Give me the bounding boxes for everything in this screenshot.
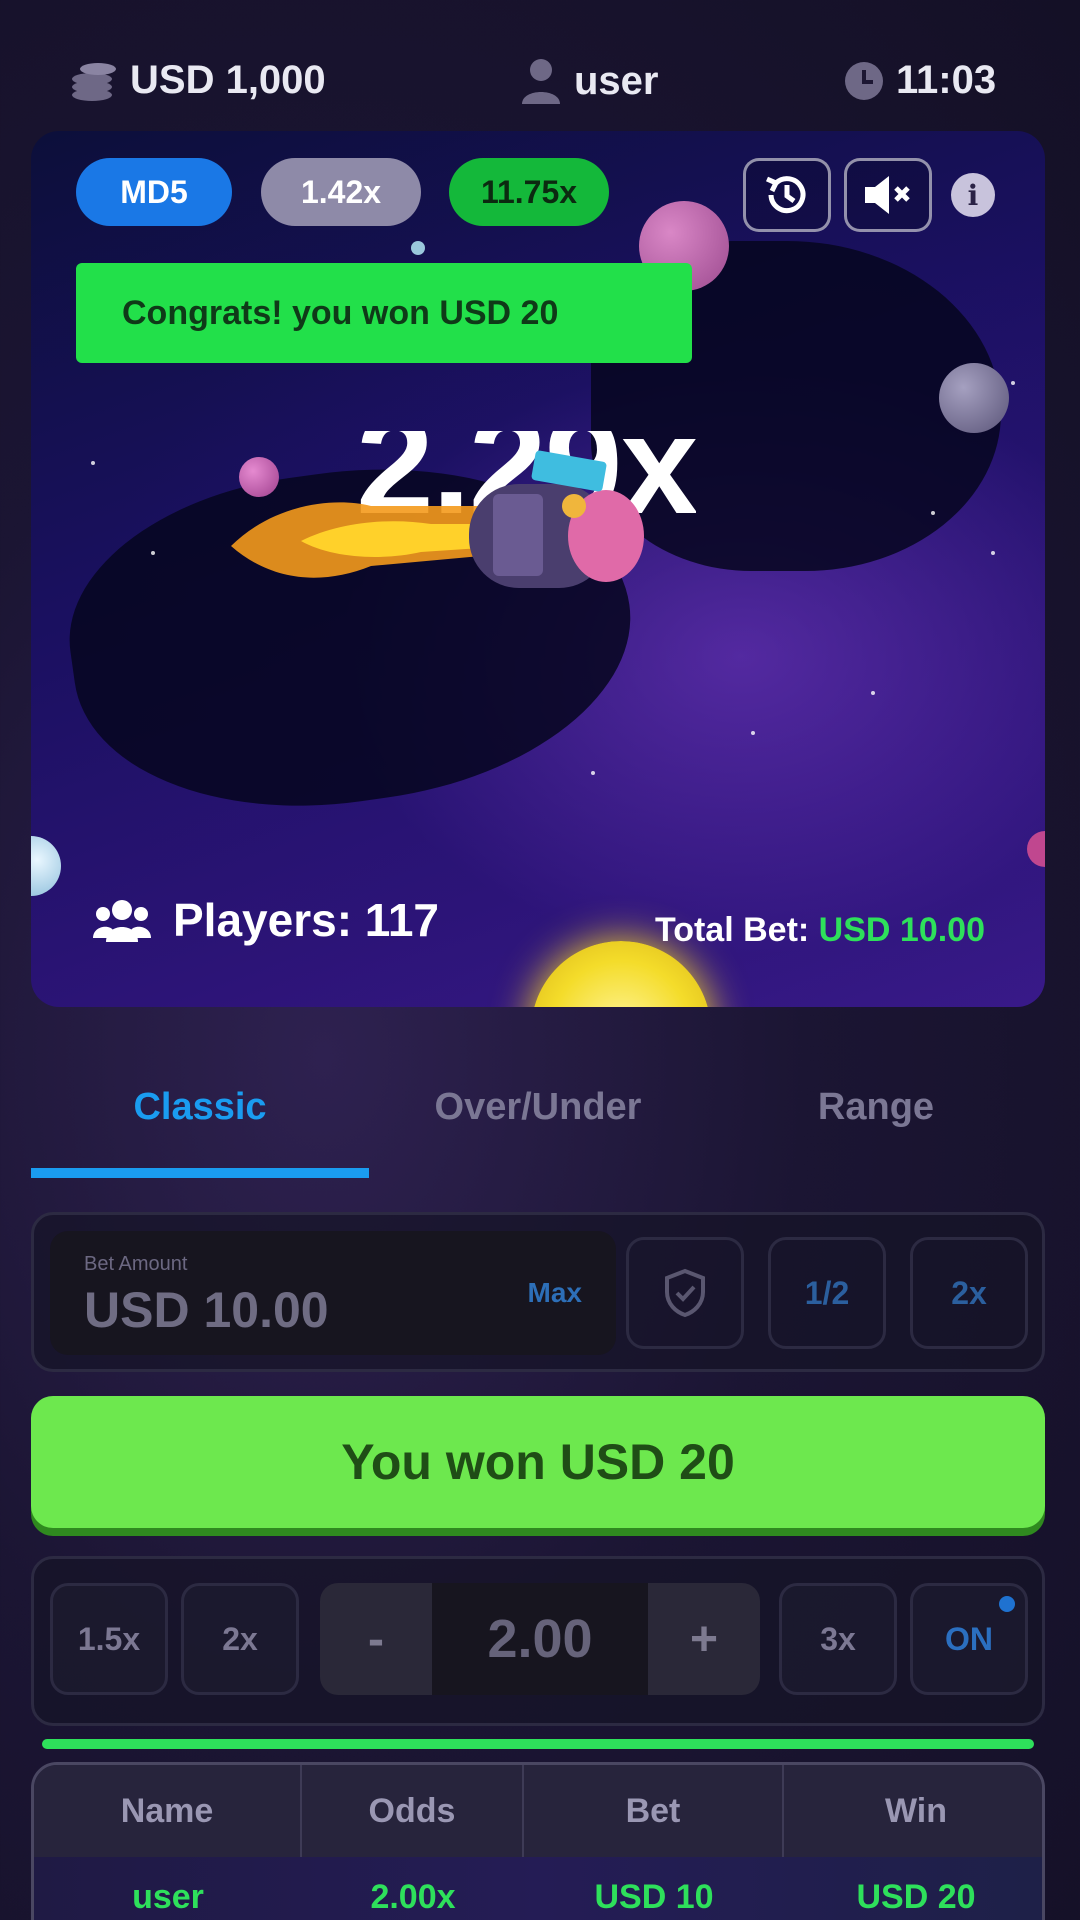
star [591, 771, 595, 775]
auto-cashout-value[interactable]: 2.00 [432, 1583, 648, 1695]
auto-cashout-toggle[interactable]: ON [910, 1583, 1028, 1695]
tab-classic[interactable]: Classic [31, 1086, 369, 1129]
info-icon[interactable]: i [951, 173, 995, 217]
max-bet-button[interactable]: Max [528, 1277, 582, 1309]
sound-toggle-button[interactable] [844, 158, 932, 232]
preset-3x-button[interactable]: 3x [779, 1583, 897, 1695]
sun-icon [531, 941, 711, 1007]
star [411, 241, 425, 255]
double-bet-button[interactable]: 2x [910, 1237, 1028, 1349]
players-label: Players: [173, 894, 353, 946]
time-text: 11:03 [896, 58, 997, 102]
clock: 11:03 [844, 58, 996, 103]
game-canvas: MD5 1.42x 11.75x i 2.29x Congrats! you w… [31, 131, 1045, 1007]
bet-panel: Bet Amount USD 10.00 Max 1/2 2x [31, 1212, 1045, 1372]
star [91, 461, 95, 465]
cell-win: USD 20 [856, 1877, 976, 1916]
column-header-win: Win [884, 1791, 947, 1830]
rocket-icon [231, 450, 644, 588]
status-dot [999, 1596, 1015, 1612]
win-toast: Congrats! you won USD 20 [76, 263, 692, 363]
half-bet-button[interactable]: 1/2 [768, 1237, 886, 1349]
table-header: Name Odds Bet Win [34, 1765, 1042, 1857]
star [871, 691, 875, 695]
users-icon [93, 900, 151, 942]
total-bet: Total Bet: USD 10.00 [655, 911, 985, 950]
toggle-label: ON [945, 1620, 993, 1657]
shield-check-icon [665, 1268, 705, 1318]
column-header-name: Name [34, 1765, 302, 1857]
players-value: 117 [364, 894, 440, 946]
history-icon [765, 176, 806, 214]
bet-amount-label: Bet Amount [84, 1253, 188, 1275]
preset-1-5x-button[interactable]: 1.5x [50, 1583, 168, 1695]
bet-amount-value[interactable]: USD 10.00 [84, 1281, 329, 1339]
coins-icon [72, 62, 116, 101]
total-bet-value: USD 10.00 [818, 911, 985, 949]
players-count: Players: 117 [93, 893, 439, 947]
user-icon [522, 59, 560, 104]
table-row: user 2.00x USD 10 USD 20 [34, 1857, 1042, 1920]
history-multiplier-badge[interactable]: 11.75x [449, 158, 609, 226]
star [1011, 381, 1015, 385]
progress-fill [42, 1739, 1034, 1749]
round-progress-bar [42, 1739, 1034, 1749]
star [751, 731, 755, 735]
md5-button[interactable]: MD5 [76, 158, 232, 226]
star [931, 511, 935, 515]
column-header-bet: Bet [524, 1765, 784, 1857]
history-multiplier-badge[interactable]: 1.42x [261, 158, 421, 226]
mute-icon [865, 176, 910, 214]
active-tab-indicator [31, 1168, 369, 1178]
bet-amount-field[interactable]: Bet Amount USD 10.00 Max [50, 1231, 616, 1355]
increase-button[interactable]: + [648, 1583, 760, 1695]
history-button[interactable] [743, 158, 831, 232]
planet-icon [1027, 831, 1045, 867]
preset-2x-button[interactable]: 2x [181, 1583, 299, 1695]
star [151, 551, 155, 555]
cell-name: user [132, 1877, 204, 1916]
bets-table: Name Odds Bet Win user 2.00x USD 10 USD … [31, 1762, 1045, 1920]
mode-tabs: Classic Over/Under Range [31, 1050, 1045, 1180]
column-header-odds: Odds [302, 1765, 524, 1857]
planet-icon [31, 836, 61, 896]
cell-bet: USD 10 [594, 1877, 714, 1916]
cell-odds: 2.00x [370, 1877, 456, 1916]
user-info[interactable]: user [520, 58, 659, 104]
decrease-button[interactable]: - [320, 1583, 432, 1695]
tab-over-under[interactable]: Over/Under [369, 1086, 707, 1129]
balance-text: USD 1,000 [130, 58, 326, 102]
asteroid-icon [939, 363, 1009, 433]
total-bet-label: Total Bet: [654, 911, 810, 949]
cashout-result-button[interactable]: You won USD 20 [31, 1396, 1045, 1528]
tab-range[interactable]: Range [707, 1086, 1045, 1129]
star [991, 551, 995, 555]
top-bar: USD 1,000 user 11:03 [0, 40, 1080, 130]
username: user [574, 58, 659, 103]
auto-cashout-panel: 1.5x 2x - 2.00 + 3x ON [31, 1556, 1045, 1726]
insurance-button[interactable] [626, 1237, 744, 1349]
balance: USD 1,000 [70, 58, 326, 103]
clock-icon [845, 61, 883, 100]
